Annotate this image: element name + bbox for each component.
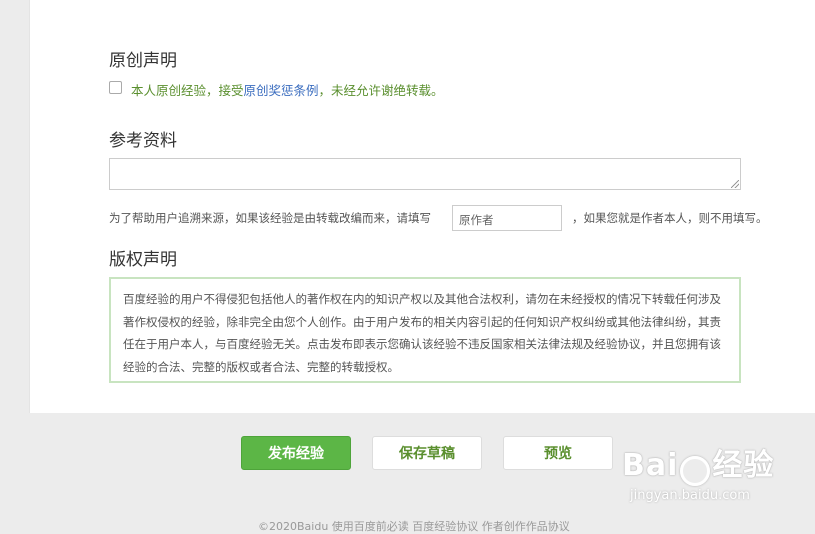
reference-hint: 为了帮助用户追溯来源，如果该经验是由转载改编而来，请填写 xyxy=(109,211,431,225)
preview-button[interactable]: 预览 xyxy=(503,436,613,470)
reference-textarea[interactable] xyxy=(109,158,741,190)
reference-title: 参考资料 xyxy=(109,131,177,151)
footer-text: ©2020Baidu 使用百度前必读 百度经验协议 作者创作作品协议 xyxy=(258,520,570,533)
original-statement-title: 原创声明 xyxy=(109,51,177,71)
original-statement-suffix: ，未经允许谢绝转载。 xyxy=(318,83,444,98)
original-checkbox[interactable] xyxy=(109,81,122,94)
watermark-url: jingyan.baidu.com xyxy=(630,488,750,503)
save-draft-button[interactable]: 保存草稿 xyxy=(372,436,482,470)
original-statement-prefix: 本人原创经验，接受 xyxy=(131,83,244,98)
paw-logo-icon xyxy=(680,455,711,486)
watermark-brand: Bai xyxy=(622,448,679,483)
copyright-title: 版权声明 xyxy=(109,250,177,270)
watermark-brand2: 经验 xyxy=(712,448,775,483)
publish-button[interactable]: 发布经验 xyxy=(241,436,351,470)
original-statement-text: 本人原创经验，接受原创奖惩条例，未经允许谢绝转载。 xyxy=(131,80,444,99)
resize-handle-icon[interactable] xyxy=(731,180,739,188)
original-author-input[interactable]: 原作者 xyxy=(452,205,562,231)
reference-hint-after: ，如果您就是作者本人，则不用填写。 xyxy=(572,211,768,225)
baidu-watermark: Bai 经验 jingyan.baidu.com xyxy=(622,440,775,503)
copyright-notice: 百度经验的用户不得侵犯包括他人的著作权在内的知识产权以及其他合法权利，请勿在未经… xyxy=(109,277,741,383)
original-rules-link[interactable]: 原创奖惩条例 xyxy=(244,83,319,98)
